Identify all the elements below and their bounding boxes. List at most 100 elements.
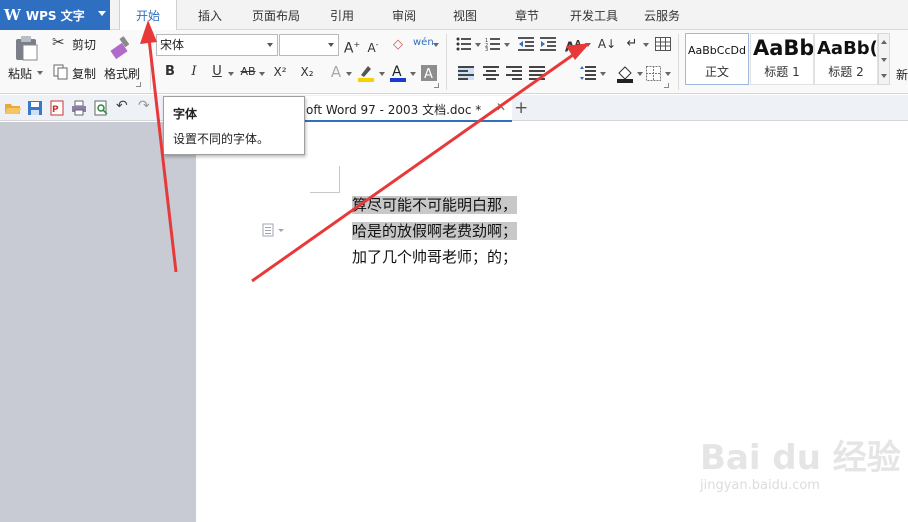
copy-button[interactable]: 复制	[72, 65, 96, 82]
dialog-launcher-icon[interactable]	[664, 83, 669, 88]
chevron-down-icon[interactable]	[328, 43, 334, 47]
show-marks-icon[interactable]: ↵	[622, 34, 642, 54]
tab-references[interactable]: 引用	[323, 0, 361, 30]
decrease-indent-icon[interactable]	[518, 37, 534, 51]
selected-text[interactable]: 算尽可能不可能明白那，	[352, 196, 518, 214]
align-center-icon[interactable]	[483, 66, 499, 80]
paste-dropdown-icon[interactable]	[37, 71, 43, 75]
styles-scroll[interactable]	[878, 33, 890, 85]
shading-fill-icon[interactable]	[616, 65, 634, 83]
style-normal[interactable]: AaBbCcDd 正文	[685, 33, 749, 85]
text-run[interactable]: 加了几个帅哥老师；的；	[352, 248, 517, 266]
align-left-icon[interactable]	[458, 66, 474, 80]
bold-button[interactable]: B	[160, 62, 180, 82]
align-right-icon[interactable]	[506, 66, 522, 80]
tab-view[interactable]: 视图	[446, 0, 484, 30]
superscript-button[interactable]: X²	[270, 62, 290, 82]
paste-button[interactable]: 粘贴	[8, 65, 32, 82]
style-heading-2[interactable]: AaBb( 标题 2	[814, 33, 878, 85]
dialog-launcher-icon[interactable]	[136, 82, 141, 87]
close-icon[interactable]: ✕	[496, 100, 506, 114]
character-shading-icon[interactable]: A	[419, 63, 439, 83]
print-icon[interactable]	[71, 100, 87, 116]
change-case-icon[interactable]: AA	[563, 34, 583, 55]
chevron-down-icon[interactable]	[637, 72, 643, 76]
style-heading-1[interactable]: AaBb 标题 1	[750, 33, 814, 85]
shrink-font-icon[interactable]: A-	[363, 35, 383, 55]
margin-corner-mark	[310, 192, 340, 193]
dialog-launcher-icon[interactable]	[434, 83, 439, 88]
paragraph-layout-icon[interactable]	[262, 223, 286, 237]
chevron-down-icon[interactable]	[881, 58, 887, 62]
grow-font-icon[interactable]: A+	[342, 35, 362, 57]
italic-button[interactable]: I	[184, 62, 204, 82]
highlight-color-icon[interactable]	[356, 63, 376, 83]
chevron-down-icon[interactable]	[643, 43, 649, 47]
tab-page-layout[interactable]: 页面布局	[248, 0, 304, 30]
tab-developer[interactable]: 开发工具	[563, 0, 625, 30]
tab-section[interactable]: 章节	[508, 0, 546, 30]
chevron-down-icon[interactable]	[504, 43, 510, 47]
expand-gallery-icon[interactable]	[881, 74, 887, 78]
chevron-down-icon[interactable]	[259, 72, 265, 76]
text-effect-icon[interactable]: A	[326, 62, 346, 82]
strikethrough-button[interactable]: AB	[238, 62, 258, 82]
undo-icon[interactable]: ↶	[116, 98, 128, 114]
justify-icon[interactable]	[529, 66, 545, 80]
table-icon[interactable]	[655, 37, 671, 51]
save-icon[interactable]	[27, 100, 43, 116]
chevron-down-icon[interactable]	[228, 72, 234, 76]
pinyin-icon[interactable]: wén	[413, 33, 434, 53]
format-painter-button[interactable]: 格式刷	[104, 65, 140, 82]
line-spacing-icon[interactable]	[580, 66, 596, 80]
tab-home[interactable]: 开始	[119, 0, 177, 31]
sort-icon[interactable]: A↓	[597, 34, 617, 54]
numbered-list-icon[interactable]: 1 2 3	[485, 37, 501, 51]
new-tab-plus-icon[interactable]: +	[514, 98, 528, 118]
app-title: WPS 文字	[25, 8, 85, 23]
chevron-down-icon[interactable]	[600, 72, 606, 76]
font-name-combo[interactable]: 宋体	[156, 34, 278, 56]
style-sample: AaBb(	[817, 38, 877, 59]
document-tab-title: oft Word 97 - 2003 文档.doc *	[306, 103, 482, 117]
group-separator	[446, 34, 447, 90]
print-preview-icon[interactable]	[93, 100, 109, 116]
chevron-down-icon[interactable]	[433, 43, 439, 47]
selected-text[interactable]: 哈是的放假啊老费劲啊；	[352, 222, 518, 240]
chevron-down-icon[interactable]	[379, 72, 385, 76]
cut-button[interactable]: 剪切	[72, 36, 96, 53]
paste-icon[interactable]	[13, 35, 39, 61]
chevron-down-icon[interactable]	[585, 43, 591, 47]
tab-review[interactable]: 审阅	[385, 0, 423, 30]
open-folder-icon[interactable]	[5, 101, 21, 115]
cut-icon[interactable]: ✂	[52, 33, 65, 51]
subscript-button[interactable]: X₂	[297, 62, 317, 82]
clear-format-icon[interactable]: ◇	[388, 35, 408, 55]
svg-text:3: 3	[485, 47, 488, 51]
underline-button[interactable]: U	[207, 62, 227, 82]
increase-indent-icon[interactable]	[540, 37, 556, 51]
chevron-down-icon[interactable]	[410, 72, 416, 76]
borders-icon[interactable]	[646, 66, 662, 82]
redo-icon[interactable]: ↷	[138, 98, 150, 114]
font-color-icon[interactable]: A	[388, 63, 408, 83]
tooltip-title: 字体	[173, 107, 198, 121]
chevron-down-icon[interactable]	[346, 72, 352, 76]
chevron-down-icon[interactable]	[267, 43, 273, 47]
document-line-3[interactable]: 加了几个帅哥老师；的；	[352, 246, 517, 267]
tab-insert[interactable]: 插入	[190, 0, 230, 30]
app-menu-button[interactable]: W WPS 文字	[0, 0, 110, 30]
chevron-down-icon[interactable]	[475, 43, 481, 47]
chevron-down-icon[interactable]	[665, 72, 671, 76]
chevron-up-icon[interactable]	[881, 40, 887, 44]
new-style-button[interactable]: 新	[896, 66, 908, 83]
tab-cloud[interactable]: 云服务	[637, 0, 687, 30]
font-size-combo[interactable]	[279, 34, 339, 56]
bullet-list-icon[interactable]	[456, 37, 472, 51]
document-line-2[interactable]: 哈是的放假啊老费劲啊；	[352, 220, 518, 241]
document-tab[interactable]: oft Word 97 - 2003 文档.doc * ✕	[270, 96, 512, 122]
document-line-1[interactable]: 算尽可能不可能明白那，	[352, 194, 518, 215]
copy-icon[interactable]	[53, 64, 69, 80]
export-pdf-icon[interactable]: P	[49, 100, 65, 116]
format-painter-icon[interactable]	[108, 34, 134, 60]
